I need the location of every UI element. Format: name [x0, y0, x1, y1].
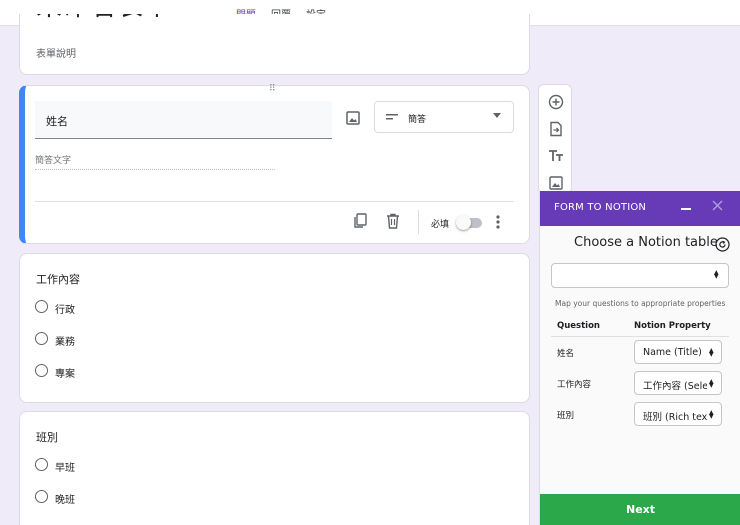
radio-circle-icon[interactable] — [35, 458, 48, 471]
question-title: 班別 — [36, 431, 58, 444]
option-label: 晚班 — [55, 495, 75, 506]
mapping-question-label: 工作內容 — [557, 380, 592, 390]
card-footer-divider — [35, 201, 514, 202]
form-header-card: 未命名表單 表單說明 — [19, 14, 530, 75]
duplicate-icon[interactable] — [353, 213, 368, 229]
import-questions-icon[interactable] — [548, 121, 564, 137]
form-title[interactable]: 未命名表單 — [36, 14, 171, 23]
panel-title: FORM TO NOTION — [554, 202, 647, 213]
radio-circle-icon[interactable] — [35, 300, 48, 313]
form-to-notion-panel: FORM TO NOTION Choose a Notion table ▲ ▼ … — [539, 191, 740, 525]
mapping-question-label: 姓名 — [557, 349, 575, 359]
table-header-line — [551, 336, 729, 337]
notion-property-value: Name (Title) — [643, 347, 702, 358]
notion-property-select[interactable]: 工作內容 (Select) ▲▼ — [634, 371, 722, 395]
footer-separator — [418, 210, 419, 234]
close-icon[interactable] — [712, 200, 723, 211]
add-question-icon[interactable] — [548, 94, 564, 110]
minimize-icon[interactable] — [681, 208, 691, 210]
question-card[interactable] — [19, 411, 530, 525]
column-header-property: Notion Property — [634, 321, 711, 331]
notion-property-select[interactable]: Name (Title) ▲ ▼ — [634, 340, 722, 364]
column-header-question: Question — [557, 321, 600, 331]
delete-icon[interactable] — [386, 213, 400, 229]
short-answer-placeholder: 簡答文字 — [35, 153, 275, 170]
required-label: 必填 — [431, 220, 450, 230]
mapping-hint: Map your questions to appropriate proper… — [555, 299, 726, 308]
mapping-question-label: 班別 — [557, 411, 575, 421]
option-label: 專案 — [55, 369, 75, 380]
next-button[interactable]: Next — [540, 494, 740, 525]
radio-circle-icon[interactable] — [35, 332, 48, 345]
question-title-input[interactable]: 姓名 — [35, 101, 332, 139]
question-type-dropdown[interactable]: 簡答 — [374, 101, 514, 133]
select-arrows-icon: ▲ ▼ — [709, 347, 714, 358]
add-title-icon[interactable] — [548, 148, 564, 164]
chevron-down-icon — [493, 113, 501, 118]
short-answer-icon — [386, 114, 398, 120]
notion-property-value: 班別 (Rich text) — [643, 412, 707, 423]
question-title: 工作內容 — [36, 273, 80, 286]
notion-table-select[interactable]: ▲ ▼ — [551, 263, 729, 288]
question-title-text: 姓名 — [46, 115, 68, 128]
option-label: 業務 — [55, 337, 75, 348]
add-image-icon[interactable] — [548, 175, 564, 191]
form-description-field[interactable]: 表單說明 — [36, 45, 76, 60]
refresh-icon[interactable] — [715, 237, 730, 252]
panel-header: FORM TO NOTION — [540, 191, 740, 226]
option-label: 行政 — [55, 305, 75, 316]
select-arrows-icon: ▲ ▼ — [709, 378, 714, 389]
side-toolbar — [538, 84, 572, 194]
option-label: 早班 — [55, 463, 75, 474]
radio-circle-icon[interactable] — [35, 490, 48, 503]
notion-property-value: 工作內容 (Select) — [643, 381, 707, 392]
more-vert-icon[interactable] — [493, 214, 503, 230]
question-card[interactable] — [19, 253, 530, 403]
next-button-label: Next — [625, 503, 656, 516]
drag-handle-icon[interactable]: ⠿ — [269, 85, 277, 94]
select-arrows-icon: ▲ ▼ — [709, 409, 714, 420]
select-arrows-icon: ▲ ▼ — [714, 269, 719, 280]
required-toggle-knob[interactable] — [456, 215, 471, 230]
notion-property-select[interactable]: 班別 (Rich text) ▲▼ — [634, 402, 722, 426]
question-type-label: 簡答 — [408, 115, 427, 125]
radio-circle-icon[interactable] — [35, 364, 48, 377]
add-image-icon[interactable] — [345, 110, 361, 126]
choose-table-heading: Choose a Notion table — [574, 235, 718, 250]
